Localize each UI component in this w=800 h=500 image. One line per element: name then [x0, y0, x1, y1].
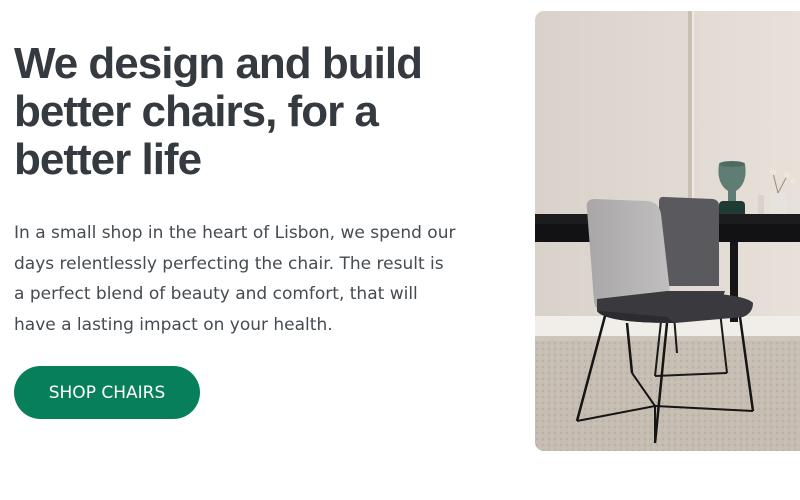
hero-image — [535, 11, 800, 451]
hero-section: We design and build better chairs, for a… — [14, 40, 484, 340]
wall-panel-line — [688, 11, 692, 221]
shop-chairs-button[interactable]: SHOP CHAIRS — [14, 366, 200, 419]
hero-headline: We design and build better chairs, for a… — [14, 39, 423, 184]
hero-description: In a small shop in the heart of Lisbon, … — [14, 223, 456, 335]
rug — [535, 341, 800, 451]
chair-photo-illustration — [535, 11, 800, 451]
